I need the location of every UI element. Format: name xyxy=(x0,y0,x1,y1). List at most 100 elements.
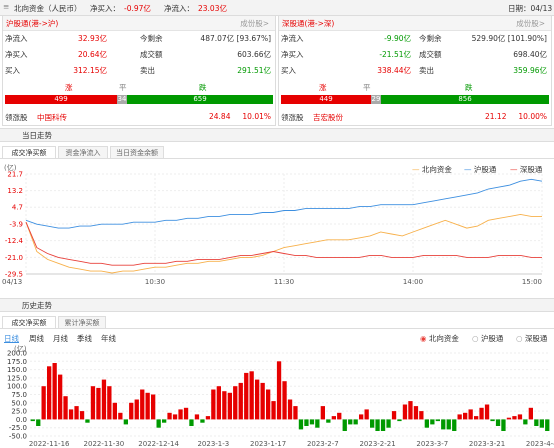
sh-up-bar: 499 xyxy=(5,95,117,104)
date-label: 日期：04/13 xyxy=(508,4,553,13)
sz-leader-pct: 10.00% xyxy=(518,112,547,121)
history-bar xyxy=(41,386,46,420)
sh-label: 净买入 xyxy=(5,50,28,59)
history-bar xyxy=(315,419,320,428)
net-buy-value: -0.97亿 xyxy=(124,4,151,13)
tab-intraday-net-buy[interactable]: 成交净买额 xyxy=(2,146,56,158)
history-bar xyxy=(276,361,282,420)
history-bar xyxy=(309,419,315,425)
history-bar xyxy=(370,419,375,428)
radio-north[interactable]: ◉ 北向资金 xyxy=(420,333,459,344)
y-tick-label: 13.2 xyxy=(7,187,23,195)
sh-label: 卖出 xyxy=(140,66,155,75)
sz-value: 698.40亿 xyxy=(513,50,547,59)
history-bar xyxy=(271,401,276,420)
history-bar xyxy=(337,412,342,420)
sh-value: 32.93亿 xyxy=(78,34,107,43)
history-bar xyxy=(52,363,57,420)
sh-down-bar: 659 xyxy=(127,95,273,104)
intraday-section-header[interactable]: 当日走势 xyxy=(0,128,554,142)
history-bar xyxy=(408,401,413,420)
history-bar xyxy=(249,371,254,420)
sz-constituents-link[interactable]: 成份股> xyxy=(516,18,545,29)
history-bar xyxy=(282,381,287,420)
history-bar xyxy=(162,419,167,423)
sh-leader-name[interactable]: 中国科传 xyxy=(37,112,67,123)
history-bar xyxy=(140,389,145,420)
tab-history-cumulative[interactable]: 累计净买额 xyxy=(58,316,106,328)
sz-label: 卖出 xyxy=(419,66,434,75)
history-bar xyxy=(501,419,506,431)
period-yearly[interactable]: 年线 xyxy=(101,333,116,344)
sz-leader-name[interactable]: 吉宏股份 xyxy=(313,112,343,123)
menu-icon[interactable]: ≡ xyxy=(3,2,9,11)
history-bar xyxy=(402,404,408,420)
sz-value: -9.90亿 xyxy=(384,34,411,43)
history-bar xyxy=(227,392,232,420)
history-bar xyxy=(287,399,293,420)
period-quarterly[interactable]: 季线 xyxy=(77,333,92,344)
radio-sz[interactable]: ○ 深股通 xyxy=(516,333,547,344)
sz-label: 净流入 xyxy=(281,34,304,43)
tab-intraday-balance[interactable]: 当日资金余额 xyxy=(110,146,164,158)
history-bar xyxy=(151,394,156,420)
history-bar xyxy=(238,382,243,420)
history-bar xyxy=(484,404,490,420)
history-bar xyxy=(47,366,52,420)
history-bar xyxy=(495,419,501,426)
sh-value: 603.66亿 xyxy=(237,50,271,59)
history-bar xyxy=(233,386,238,420)
y-tick-label: 0.0 xyxy=(16,416,27,424)
history-bar xyxy=(523,419,528,425)
sz-value: 529.90亿 [101.90%] xyxy=(471,34,547,43)
sz-title[interactable]: 深股通(港->深) xyxy=(282,18,334,29)
history-bar xyxy=(96,387,101,420)
history-bar xyxy=(397,419,402,422)
y-tick-label: 175.0 xyxy=(7,358,27,366)
tab-intraday-net-inflow[interactable]: 资金净流入 xyxy=(58,146,108,158)
history-bar xyxy=(419,411,424,420)
intraday-tabs: 成交净买额 资金净流入 当日资金余额 xyxy=(0,146,554,159)
y-tick-label: 75.0 xyxy=(11,391,27,399)
history-bar xyxy=(293,406,298,420)
history-bar xyxy=(145,392,150,420)
x-tick-label: 04/13 xyxy=(2,278,22,286)
history-bar xyxy=(129,402,134,420)
history-bar xyxy=(85,419,90,423)
history-bar xyxy=(446,419,451,430)
sh-title[interactable]: 沪股通(港->沪) xyxy=(6,18,58,29)
y-tick-label: 200.0 xyxy=(7,350,27,358)
history-bar xyxy=(534,419,539,426)
net-buy-label: 净买入： xyxy=(90,4,120,13)
sh-flat-label: 平 xyxy=(119,83,127,92)
y-tick-label: -50.0 xyxy=(9,433,27,441)
period-daily[interactable]: 日线 xyxy=(4,333,19,344)
period-weekly[interactable]: 周线 xyxy=(29,333,44,344)
intraday-line-chart: (亿)21.713.24.7-3.9-12.4-21.0-29.504/13 10… xyxy=(2,163,543,286)
history-bar xyxy=(353,419,358,425)
sz-flat-count: 29 xyxy=(371,95,381,103)
x-tick-label: 15:00 xyxy=(522,278,542,286)
x-tick-label: 2022-12-14 xyxy=(138,440,179,448)
sz-header: 深股通(港->深) 成份股> xyxy=(279,16,551,31)
y-tick-label: 4.7 xyxy=(12,204,23,212)
history-bar xyxy=(205,416,211,420)
radio-sh-label: 沪股通 xyxy=(480,334,504,343)
tab-history-net-buy[interactable]: 成交净买额 xyxy=(2,316,56,328)
radio-sh[interactable]: ○ 沪股通 xyxy=(472,333,503,344)
x-tick-label: 2023-2-7 xyxy=(307,440,339,448)
sz-leader-label: 领涨股 xyxy=(281,113,304,122)
period-monthly[interactable]: 月线 xyxy=(53,333,68,344)
sh-flat-count: 34 xyxy=(117,95,127,103)
history-bar xyxy=(320,406,325,420)
history-section-header[interactable]: 历史走势 xyxy=(0,298,554,312)
sh-row-netbuy: 净买入 20.64亿 成交额 603.66亿 xyxy=(3,49,275,61)
radio-north-label: 北向资金 xyxy=(428,334,459,343)
x-tick-label: 2023-1-17 xyxy=(250,440,286,448)
sh-down-label: 跌 xyxy=(199,83,207,92)
history-bar xyxy=(244,372,249,420)
history-bar xyxy=(539,419,544,428)
sh-panel: 沪股通(港->沪) 成份股> 净流入 32.93亿 今剩余 487.07亿 [9… xyxy=(2,15,276,126)
sh-constituents-link[interactable]: 成份股> xyxy=(240,18,269,29)
net-inflow-label: 净流入： xyxy=(164,4,194,13)
